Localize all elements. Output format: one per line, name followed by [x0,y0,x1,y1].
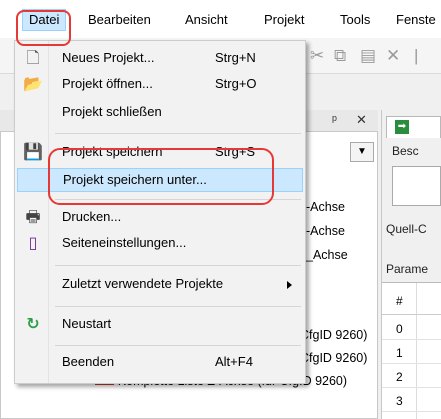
table-row[interactable]: 2 [382,367,441,388]
source-label: Quell-C [386,222,427,236]
tree-item[interactable]: CfgID 9260) [300,328,367,342]
tree-item[interactable]: -Achse [306,200,345,214]
toolbar-divider-icon: | [414,46,419,65]
menu-projekt[interactable]: Projekt [264,10,304,30]
page-setup-icon: ▯ [28,235,38,252]
arrow-right-icon: ➡ [395,120,409,134]
open-folder-icon: 📂 [23,76,43,93]
menu-ansicht[interactable]: Ansicht [185,10,228,30]
group-label: Besc [392,144,419,158]
menu-item-recent-projects[interactable]: Zuletzt verwendete Projekte [17,273,303,297]
menu-separator [55,306,301,307]
file-menu-dropdown: 🗋 Neues Projekt... Strg+N 📂 Projekt öffn… [14,40,306,384]
menu-bearbeiten[interactable]: Bearbeiten [88,10,151,30]
restart-icon: ↻ [26,316,40,333]
menu-item-print[interactable]: 🖶 Drucken... [17,206,303,230]
tree-dropdown-button[interactable]: ▼ [350,142,374,162]
paste-icon[interactable]: ▤ [360,46,376,66]
menu-item-close-project[interactable]: Projekt schließen [17,101,303,125]
properties-tab[interactable]: ➡ [386,116,441,138]
close-icon[interactable]: ✕ [356,112,367,128]
menu-separator [55,133,301,134]
parameters-label: Parame [386,262,429,276]
menu-tools[interactable]: Tools [340,10,370,30]
delete-icon[interactable]: ✕ [386,46,400,66]
menu-item-restart[interactable]: ↻ Neustart [17,313,303,337]
table-row[interactable]: 0 [382,319,441,340]
pin-icon[interactable]: ᵖ [332,112,337,127]
tree-item[interactable]: -Achse [306,224,345,238]
menu-item-page-setup[interactable]: ▯ Seiteneinstellungen... [17,232,303,256]
description-field[interactable] [392,166,441,206]
menu-item-open-project[interactable]: 📂 Projekt öffnen... Strg+O [17,73,303,97]
menu-bar: Datei Bearbeiten Ansicht Projekt Tools F… [0,0,441,38]
tree-item[interactable]: CfgID 9260) [300,351,367,365]
menu-item-save-project-as[interactable]: Projekt speichern unter... [17,168,303,192]
menu-datei[interactable]: Datei [22,9,67,31]
new-document-icon: 🗋 [26,50,40,67]
menu-item-exit[interactable]: Beenden Alt+F4 [17,351,303,375]
floppy-disk-icon: 💾 [23,144,43,161]
menu-fenster[interactable]: Fenste [396,10,436,30]
menu-item-new-project[interactable]: 🗋 Neues Projekt... Strg+N [17,47,303,71]
menu-separator [55,199,301,200]
menu-separator [55,345,301,346]
table-header: # [382,289,441,315]
menu-item-save-project[interactable]: 💾 Projekt speichern Strg+S [17,141,303,165]
copy-icon[interactable]: ⧉ [334,46,346,66]
parameters-table: # 0 1 2 3 [382,282,441,419]
submenu-arrow-icon [287,281,292,289]
tree-item[interactable]: _Achse [306,248,348,262]
menu-separator [55,265,301,266]
printer-icon: 🖶 [25,209,41,226]
table-row[interactable]: 1 [382,343,441,364]
cut-icon[interactable]: ✂ [310,46,324,66]
table-row[interactable]: 3 [382,391,441,412]
